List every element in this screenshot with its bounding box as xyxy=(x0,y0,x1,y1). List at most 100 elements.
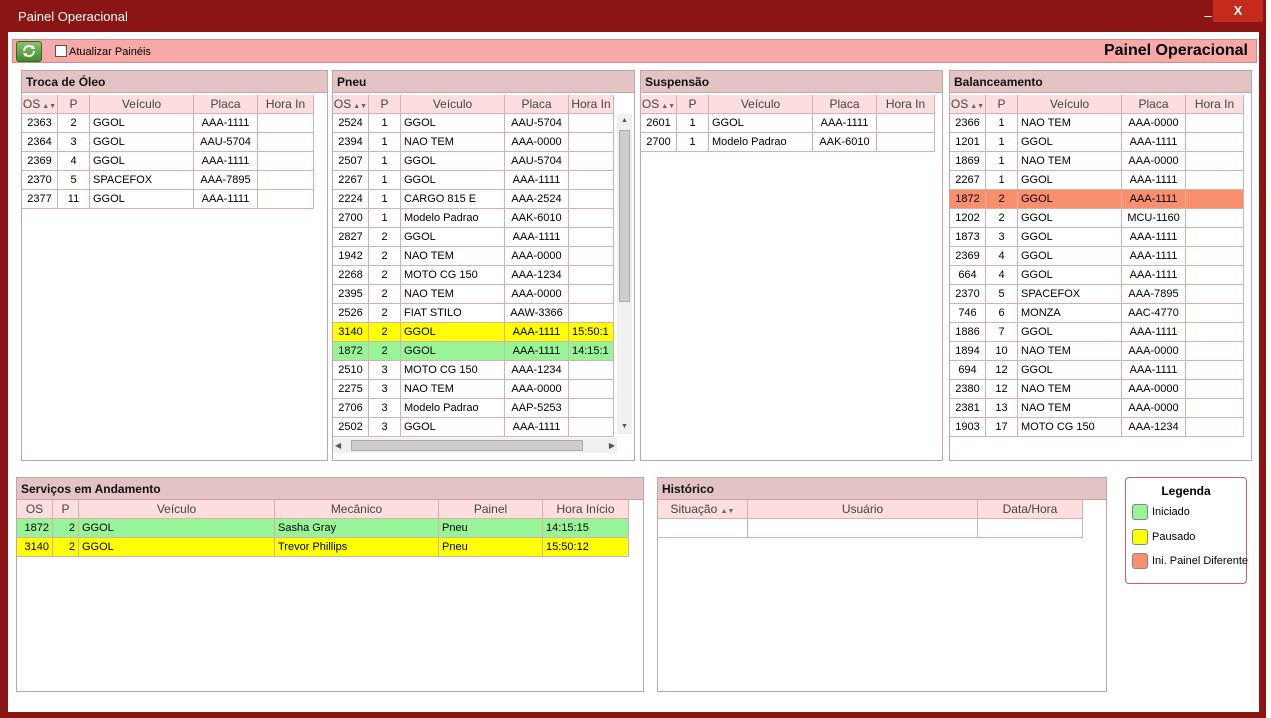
cell-os: 1894 xyxy=(950,342,986,361)
col-vehicle[interactable]: Veículo xyxy=(709,95,813,113)
col-os[interactable]: OS ▲▼ xyxy=(641,95,677,113)
servicos-row[interactable]: 3140 2 GGOL Trevor Phillips Pneu 15:50:12 xyxy=(17,538,629,557)
col-p[interactable]: P xyxy=(53,500,79,518)
cell-time xyxy=(569,304,614,323)
balanceamento-row[interactable]: 664 4 GGOL AAA-1111 xyxy=(950,266,1244,285)
col-vehicle[interactable]: Veículo xyxy=(79,500,275,518)
col-time-in[interactable]: Hora In xyxy=(569,95,614,113)
cell-plate: AAA-1111 xyxy=(1122,171,1186,190)
cell-plate: AAA-1111 xyxy=(1122,266,1186,285)
vertical-scrollbar[interactable]: ▲ ▼ xyxy=(617,114,632,434)
pneu-row[interactable]: 1872 2 GGOL AAA-1111 14:15:1 xyxy=(333,342,614,361)
refresh-button[interactable] xyxy=(16,41,42,62)
pneu-row[interactable]: 2395 2 NAO TEM AAA-0000 xyxy=(333,285,614,304)
title-bar[interactable]: Painel Operacional – X xyxy=(0,0,1266,32)
col-mechanic[interactable]: Mecânico xyxy=(275,500,439,518)
balanceamento-row[interactable]: 1886 7 GGOL AAA-1111 xyxy=(950,323,1244,342)
cell-os: 2526 xyxy=(333,304,369,323)
troca-oleo-row[interactable]: 2369 4 GGOL AAA-1111 xyxy=(22,152,314,171)
suspensao-row[interactable]: 2700 1 Modelo Padrao AAK-6010 xyxy=(641,133,935,152)
pneu-row[interactable]: 2268 2 MOTO CG 150 AAA-1234 xyxy=(333,266,614,285)
pneu-row[interactable]: 2275 3 NAO TEM AAA-0000 xyxy=(333,380,614,399)
cell-p: 2 xyxy=(369,342,401,361)
auto-refresh-checkbox[interactable] xyxy=(55,45,67,57)
cell-plate: AAA-1111 xyxy=(505,418,569,437)
horizontal-scrollbar[interactable]: ◀ ▶ xyxy=(333,438,617,453)
cell-time xyxy=(258,190,314,209)
close-button[interactable]: X xyxy=(1213,0,1263,22)
balanceamento-row[interactable]: 694 12 GGOL AAA-1111 xyxy=(950,361,1244,380)
col-time-in[interactable]: Hora In xyxy=(258,95,314,113)
troca-oleo-row[interactable]: 2377 11 GGOL AAA-1111 xyxy=(22,190,314,209)
balanceamento-row[interactable]: 1873 3 GGOL AAA-1111 xyxy=(950,228,1244,247)
balanceamento-row[interactable]: 2380 12 NAO TEM AAA-0000 xyxy=(950,380,1244,399)
col-p[interactable]: P xyxy=(986,95,1018,113)
pneu-row[interactable]: 2510 3 MOTO CG 150 AAA-1234 xyxy=(333,361,614,380)
balanceamento-row[interactable]: 1872 2 GGOL AAA-1111 xyxy=(950,190,1244,209)
cell-vehicle: CARGO 815 E xyxy=(401,190,505,209)
historico-panel: Histórico Situação ▲▼ Usuário Data/Hora xyxy=(657,477,1107,692)
pneu-row[interactable]: 2827 2 GGOL AAA-1111 xyxy=(333,228,614,247)
col-plate[interactable]: Placa xyxy=(194,95,258,113)
balanceamento-row[interactable]: 2366 1 NAO TEM AAA-0000 xyxy=(950,114,1244,133)
pneu-row[interactable]: 2526 2 FIAT STILO AAW-3366 xyxy=(333,304,614,323)
col-os[interactable]: OS ▲▼ xyxy=(22,95,58,113)
pneu-row[interactable]: 2507 1 GGOL AAU-5704 xyxy=(333,152,614,171)
balanceamento-row[interactable]: 1869 1 NAO TEM AAA-0000 xyxy=(950,152,1244,171)
pneu-row[interactable]: 2267 1 GGOL AAA-1111 xyxy=(333,171,614,190)
col-os[interactable]: OS ▲▼ xyxy=(950,95,986,113)
col-start[interactable]: Hora Início xyxy=(543,500,629,518)
troca-oleo-row[interactable]: 2370 5 SPACEFOX AAA-7895 xyxy=(22,171,314,190)
suspensao-row[interactable]: 2601 1 GGOL AAA-1111 xyxy=(641,114,935,133)
col-user[interactable]: Usuário xyxy=(748,500,978,518)
cell-os: 2394 xyxy=(333,133,369,152)
col-time-in[interactable]: Hora In xyxy=(877,95,935,113)
pneu-row[interactable]: 2502 3 GGOL AAA-1111 xyxy=(333,418,614,437)
col-plate[interactable]: Placa xyxy=(813,95,877,113)
col-os[interactable]: OS xyxy=(17,500,53,518)
col-status[interactable]: Situação ▲▼ xyxy=(658,500,748,518)
col-p[interactable]: P xyxy=(677,95,709,113)
pneu-row[interactable]: 2394 1 NAO TEM AAA-0000 xyxy=(333,133,614,152)
balanceamento-row[interactable]: 1202 2 GGOL MCU-1160 xyxy=(950,209,1244,228)
col-vehicle[interactable]: Veículo xyxy=(1018,95,1122,113)
pneu-row[interactable]: 2700 1 Modelo Padrao AAK-6010 xyxy=(333,209,614,228)
col-plate[interactable]: Placa xyxy=(1122,95,1186,113)
balanceamento-row[interactable]: 2267 1 GGOL AAA-1111 xyxy=(950,171,1244,190)
cell-vehicle: NAO TEM xyxy=(1018,380,1122,399)
scroll-up-arrow[interactable]: ▲ xyxy=(617,114,632,128)
balanceamento-row[interactable]: 2370 5 SPACEFOX AAA-7895 xyxy=(950,285,1244,304)
col-time-in[interactable]: Hora In xyxy=(1186,95,1244,113)
col-vehicle[interactable]: Veículo xyxy=(90,95,194,113)
servicos-row[interactable]: 1872 2 GGOL Sasha Gray Pneu 14:15:15 xyxy=(17,519,629,538)
balanceamento-row[interactable]: 1201 1 GGOL AAA-1111 xyxy=(950,133,1244,152)
troca-oleo-row[interactable]: 2363 2 GGOL AAA-1111 xyxy=(22,114,314,133)
col-datetime[interactable]: Data/Hora xyxy=(978,500,1083,518)
cell-os: 3140 xyxy=(17,538,53,557)
pneu-row[interactable]: 1942 2 NAO TEM AAA-0000 xyxy=(333,247,614,266)
pneu-row[interactable]: 2706 3 Modelo Padrao AAP-5253 xyxy=(333,399,614,418)
balanceamento-row[interactable]: 1903 17 MOTO CG 150 AAA-1234 xyxy=(950,418,1244,437)
scroll-right-arrow[interactable]: ▶ xyxy=(609,438,615,453)
cell-os: 1873 xyxy=(950,228,986,247)
pneu-row[interactable]: 2224 1 CARGO 815 E AAA-2524 xyxy=(333,190,614,209)
scroll-left-arrow[interactable]: ◀ xyxy=(335,438,341,453)
balanceamento-row[interactable]: 1894 10 NAO TEM AAA-0000 xyxy=(950,342,1244,361)
col-vehicle[interactable]: Veículo xyxy=(401,95,505,113)
col-panel[interactable]: Painel xyxy=(439,500,543,518)
cell-plate: AAA-7895 xyxy=(1122,285,1186,304)
col-p[interactable]: P xyxy=(369,95,401,113)
pneu-row[interactable]: 2524 1 GGOL AAU-5704 xyxy=(333,114,614,133)
balanceamento-row[interactable]: 2381 13 NAO TEM AAA-0000 xyxy=(950,399,1244,418)
col-p[interactable]: P xyxy=(58,95,90,113)
balanceamento-row[interactable]: 746 6 MONZA AAC-4770 xyxy=(950,304,1244,323)
pneu-row[interactable]: 3140 2 GGOL AAA-1111 15:50:1 xyxy=(333,323,614,342)
hscroll-thumb[interactable] xyxy=(351,440,583,451)
scroll-thumb[interactable] xyxy=(619,130,630,302)
col-plate[interactable]: Placa xyxy=(505,95,569,113)
cell-p: 1 xyxy=(986,171,1018,190)
balanceamento-row[interactable]: 2369 4 GGOL AAA-1111 xyxy=(950,247,1244,266)
col-os[interactable]: OS ▲▼ xyxy=(333,95,369,113)
troca-oleo-row[interactable]: 2364 3 GGOL AAU-5704 xyxy=(22,133,314,152)
scroll-down-arrow[interactable]: ▼ xyxy=(617,420,632,434)
